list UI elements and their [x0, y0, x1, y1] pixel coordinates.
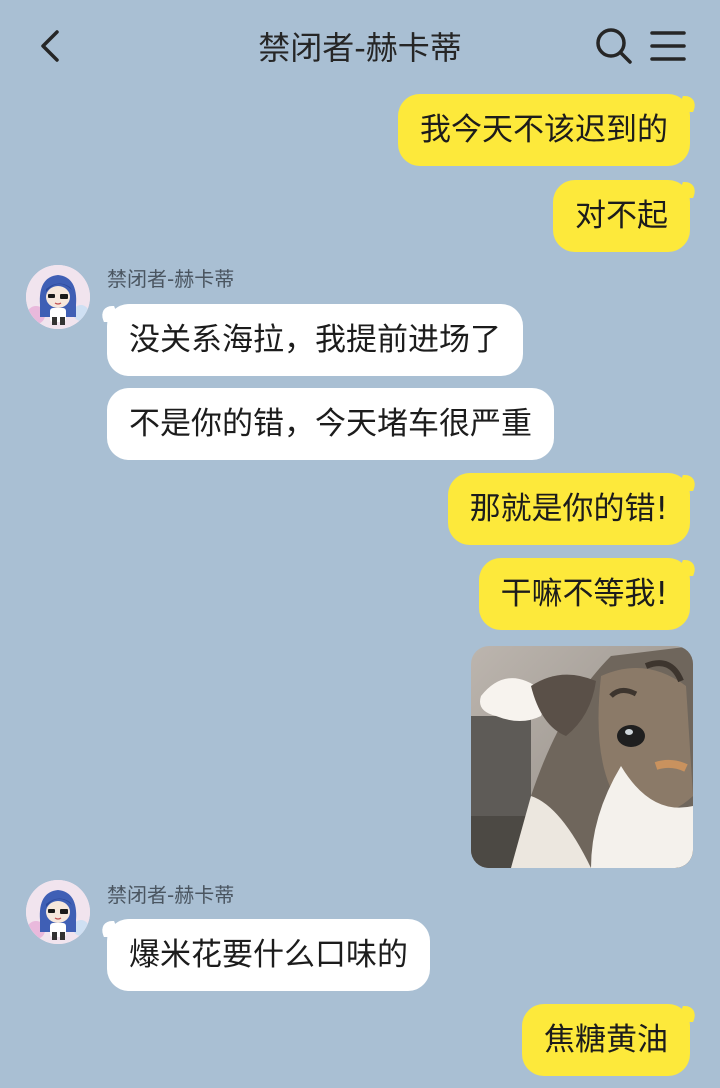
avatar[interactable]	[26, 265, 90, 329]
message-bubble-outgoing[interactable]: 对不起	[553, 180, 690, 252]
cat-photo-image	[471, 646, 693, 868]
message-bubble-outgoing[interactable]: 那就是你的错!	[447, 473, 690, 545]
message-bubble-outgoing[interactable]: 我今天不该迟到的	[398, 94, 690, 166]
chat-header: 禁闭者-赫卡蒂	[0, 0, 720, 94]
chat-screen: 禁闭者-赫卡蒂 我今天不该迟到的 对不起 禁闭者-赫卡蒂 没关系海拉，我提前进场…	[0, 0, 720, 1088]
search-button[interactable]	[592, 24, 636, 68]
sender-name: 禁闭者-赫卡蒂	[107, 883, 235, 907]
message-text: 没关系海拉，我提前进场了	[129, 322, 501, 358]
message-text: 焦糖黄油	[544, 1022, 668, 1058]
anime-avatar-icon	[26, 880, 90, 944]
message-bubble-incoming[interactable]: 没关系海拉，我提前进场了	[107, 304, 523, 376]
message-text: 我今天不该迟到的	[420, 112, 668, 148]
message-bubble-outgoing[interactable]: 干嘛不等我!	[478, 558, 690, 630]
message-bubble-incoming[interactable]: 爆米花要什么口味的	[107, 919, 430, 991]
message-text: 爆米花要什么口味的	[129, 937, 408, 973]
message-text: 对不起	[575, 198, 668, 234]
message-text: 那就是你的错!	[469, 491, 668, 527]
message-bubble-incoming[interactable]: 不是你的错，今天堵车很严重	[107, 388, 554, 460]
menu-icon	[650, 31, 686, 61]
search-icon	[596, 28, 632, 64]
message-text: 不是你的错，今天堵车很严重	[129, 406, 532, 442]
avatar[interactable]	[26, 880, 90, 944]
message-bubble-outgoing[interactable]: 焦糖黄油	[522, 1004, 690, 1076]
menu-button[interactable]	[646, 24, 690, 68]
message-text: 干嘛不等我!	[500, 576, 668, 612]
sender-name: 禁闭者-赫卡蒂	[107, 267, 235, 291]
image-message-cat-photo[interactable]	[471, 646, 693, 868]
anime-avatar-icon	[26, 265, 90, 329]
